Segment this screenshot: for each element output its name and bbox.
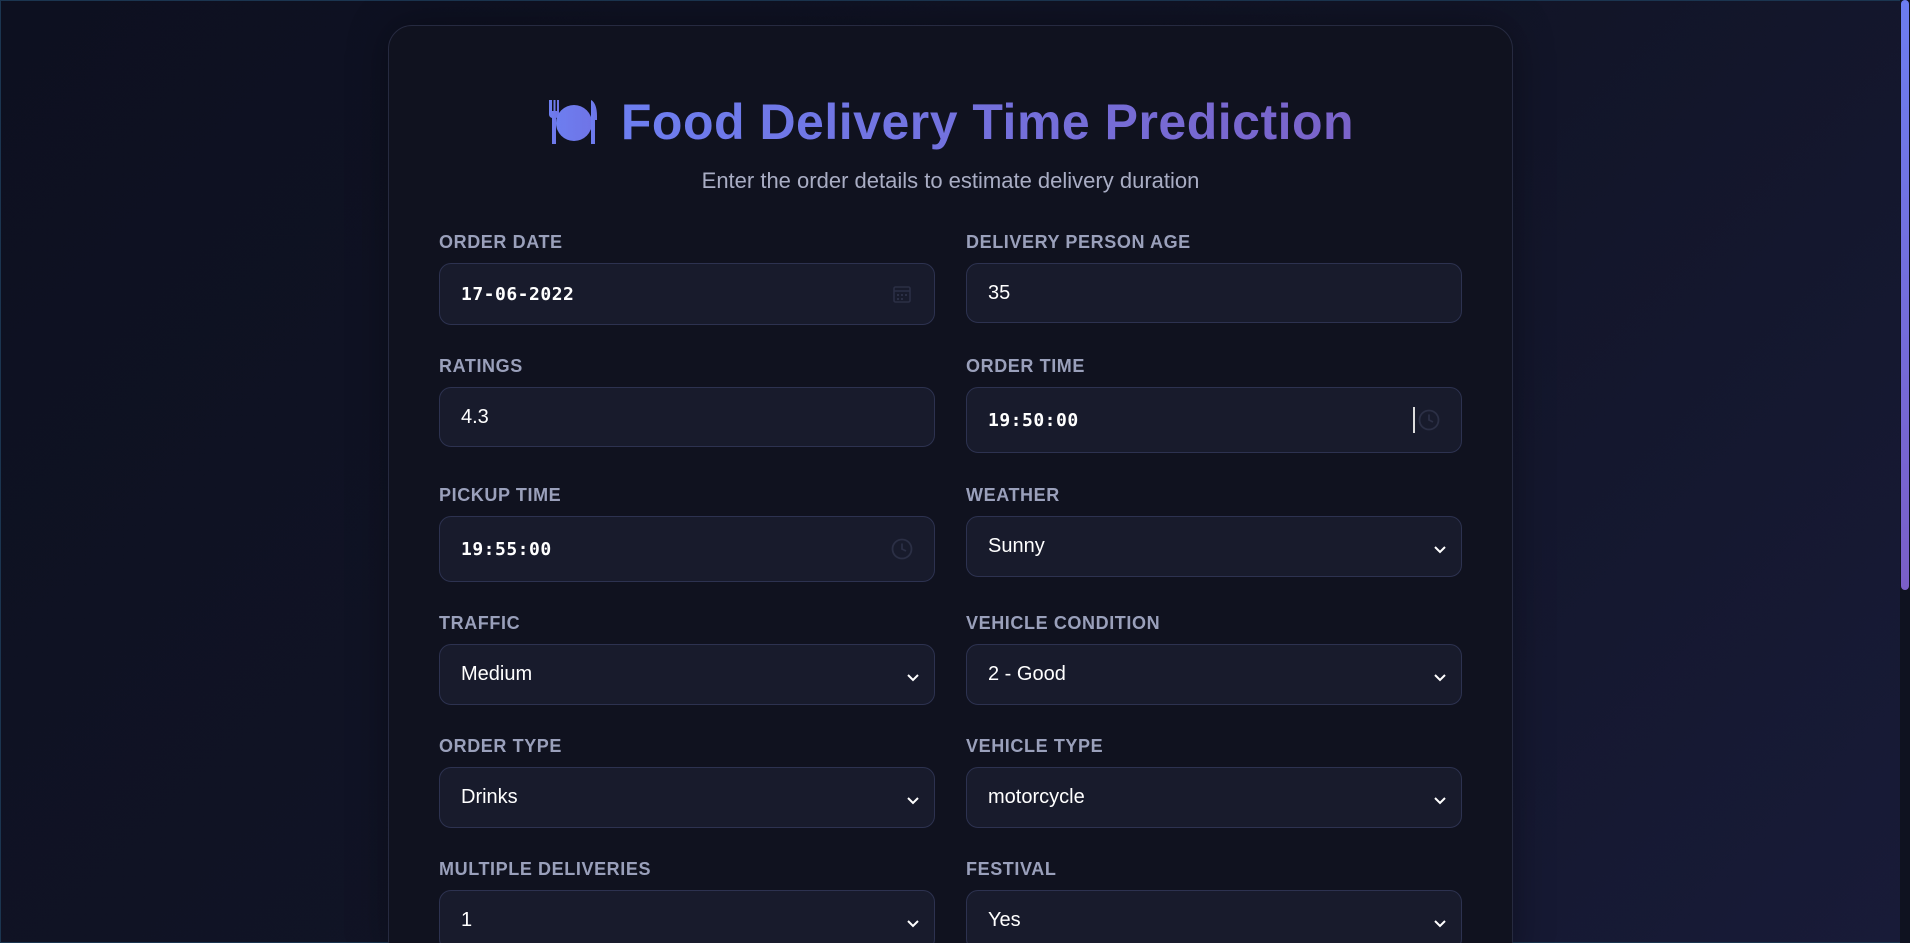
multiple-deliveries-value: 1 (461, 909, 473, 931)
delivery-person-age-input[interactable]: 35 (966, 263, 1462, 323)
traffic-value: Medium (461, 663, 533, 685)
traffic-select[interactable]: Medium (439, 644, 935, 705)
festival-field: FESTIVAL Yes (966, 859, 1462, 943)
chevron-down-icon (1433, 916, 1447, 927)
weather-label: WEATHER (966, 485, 1060, 505)
calendar-icon[interactable] (890, 282, 914, 306)
pickup-time-value: 19:55:00 (461, 538, 552, 560)
vehicle-type-label: VEHICLE TYPE (966, 736, 1104, 756)
traffic-field: TRAFFIC Medium (439, 613, 935, 705)
weather-field: WEATHER Sunny (966, 485, 1462, 577)
order-type-field: ORDER TYPE Drinks (439, 736, 935, 828)
vehicle-condition-select[interactable]: 2 - Good (966, 644, 1462, 705)
order-time-input[interactable]: 19:50:00 (966, 387, 1462, 453)
prediction-card: Food Delivery Time Prediction Enter the … (388, 25, 1513, 943)
delivery-person-age-field: DELIVERY PERSON AGE 35 (966, 232, 1462, 323)
order-time-label: ORDER TIME (966, 356, 1086, 376)
pickup-time-field: PICKUP TIME 19:55:00 (439, 485, 935, 582)
chevron-down-icon (906, 916, 920, 927)
chevron-down-icon (906, 670, 920, 681)
scrollbar-thumb[interactable] (1901, 0, 1909, 590)
weather-select[interactable]: Sunny (966, 516, 1462, 577)
traffic-label: TRAFFIC (439, 613, 521, 633)
vehicle-type-value: motorcycle (988, 786, 1085, 808)
pickup-time-label: PICKUP TIME (439, 485, 562, 505)
vehicle-condition-field: VEHICLE CONDITION 2 - Good (966, 613, 1462, 705)
delivery-person-age-label: DELIVERY PERSON AGE (966, 232, 1191, 252)
vehicle-type-select[interactable]: motorcycle (966, 767, 1462, 828)
festival-value: Yes (988, 909, 1021, 931)
order-form: ORDER DATE 17-06-2022 DELIVERY PERSON AG… (439, 26, 1462, 943)
order-date-value: 17-06-2022 (461, 283, 575, 305)
order-date-label: ORDER DATE (439, 232, 563, 252)
ratings-label: RATINGS (439, 356, 523, 376)
order-time-field: ORDER TIME 19:50:00 (966, 356, 1462, 453)
festival-select[interactable]: Yes (966, 890, 1462, 943)
multiple-deliveries-label: MULTIPLE DELIVERIES (439, 859, 652, 879)
ratings-value: 4.3 (461, 405, 489, 428)
festival-label: FESTIVAL (966, 859, 1057, 879)
order-time-value: 19:50:00 (988, 409, 1079, 431)
ratings-field: RATINGS 4.3 (439, 356, 935, 447)
multiple-deliveries-field: MULTIPLE DELIVERIES 1 (439, 859, 935, 943)
pickup-time-input[interactable]: 19:55:00 (439, 516, 935, 582)
ratings-input[interactable]: 4.3 (439, 387, 935, 447)
clock-icon[interactable] (890, 537, 914, 561)
vehicle-type-field: VEHICLE TYPE motorcycle (966, 736, 1462, 828)
weather-value: Sunny (988, 535, 1045, 557)
delivery-person-age-value: 35 (988, 281, 1011, 304)
order-date-field: ORDER DATE 17-06-2022 (439, 232, 935, 325)
order-date-input[interactable]: 17-06-2022 (439, 263, 935, 325)
clock-icon[interactable] (1417, 408, 1441, 432)
vehicle-condition-label: VEHICLE CONDITION (966, 613, 1161, 633)
text-cursor (1413, 407, 1415, 433)
multiple-deliveries-select[interactable]: 1 (439, 890, 935, 943)
chevron-down-icon (1433, 793, 1447, 804)
chevron-down-icon (906, 793, 920, 804)
order-type-label: ORDER TYPE (439, 736, 563, 756)
chevron-down-icon (1433, 670, 1447, 681)
chevron-down-icon (1433, 542, 1447, 553)
page-scrollbar[interactable] (1900, 0, 1910, 943)
order-type-value: Drinks (461, 786, 518, 808)
vehicle-condition-value: 2 - Good (988, 663, 1066, 685)
order-type-select[interactable]: Drinks (439, 767, 935, 828)
